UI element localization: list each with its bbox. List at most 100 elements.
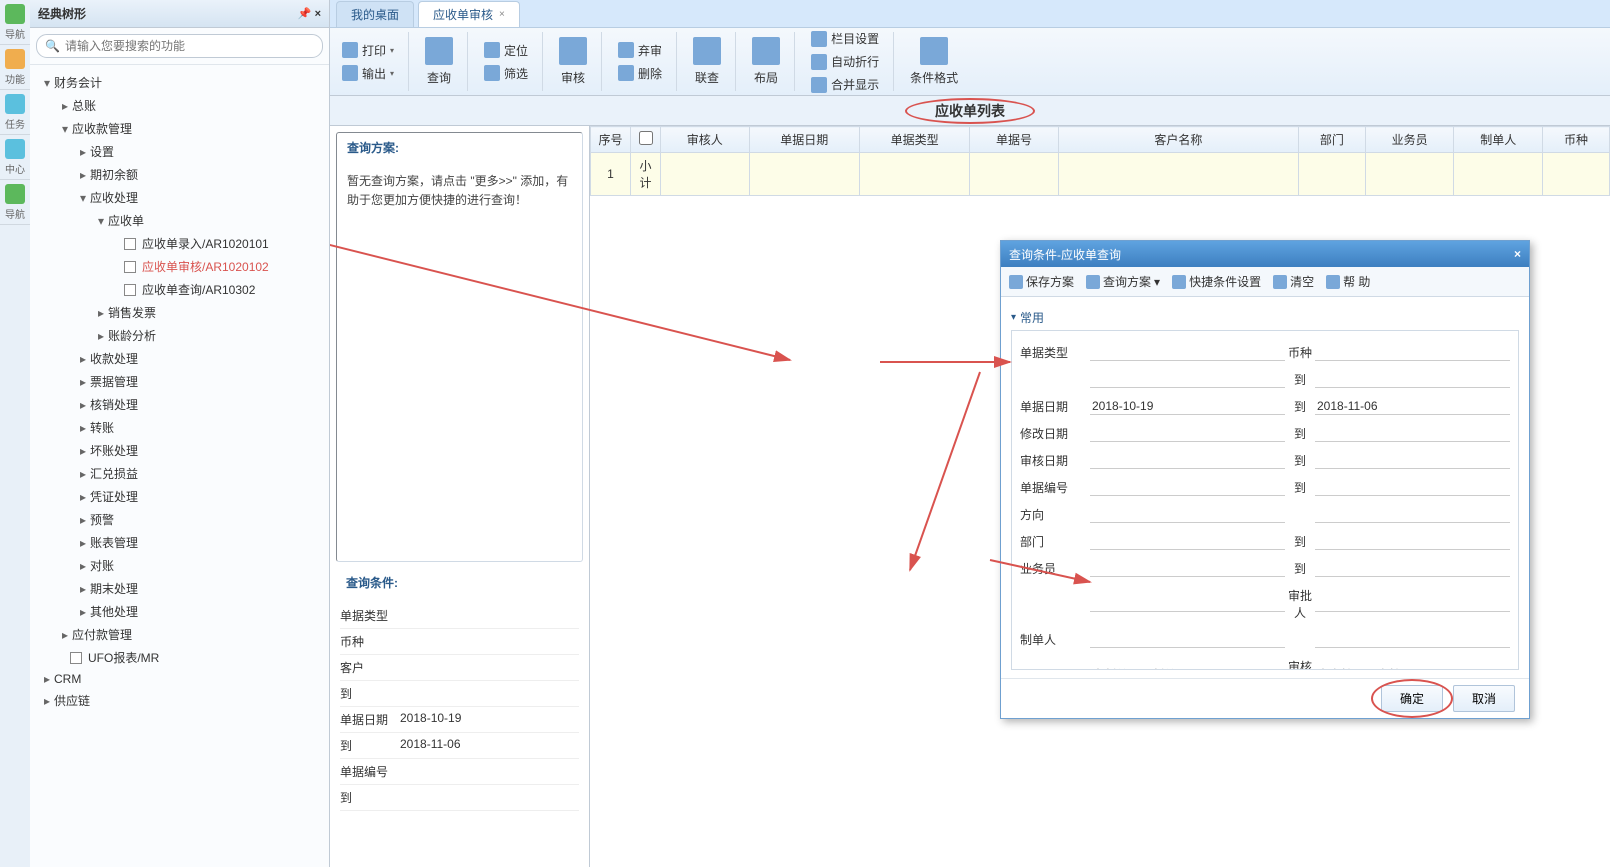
tree-node[interactable]: ▸转账	[30, 416, 329, 439]
col-header[interactable]: 币种	[1543, 127, 1610, 153]
colset-button[interactable]: 栏目设置	[807, 28, 883, 49]
tree-node[interactable]: ▸预警	[30, 508, 329, 531]
tree-node[interactable]: ▸坏账处理	[30, 439, 329, 462]
dialog-section-header[interactable]: ▾常用	[1011, 305, 1519, 330]
form-field[interactable]	[1315, 507, 1510, 523]
filter-button[interactable]: 筛选	[480, 63, 532, 84]
tree-node[interactable]: ▸应付款管理	[30, 623, 329, 646]
form-field[interactable]: 未制单；已制单	[1090, 665, 1285, 670]
col-header[interactable]: 制单人	[1454, 127, 1543, 153]
abandon-button[interactable]: 弃审	[614, 40, 666, 61]
scheme-button[interactable]: 查询方案▾	[1086, 273, 1160, 290]
condfmt-button[interactable]: 条件格式	[906, 35, 962, 88]
iconbar-item[interactable]: 导航	[0, 180, 30, 225]
form-field[interactable]	[1090, 534, 1285, 550]
save-scheme-button[interactable]: 保存方案	[1009, 273, 1074, 290]
tree-node[interactable]: ▸汇兑损益	[30, 462, 329, 485]
form-field[interactable]: 2018-11-06	[1315, 398, 1510, 415]
tree-node[interactable]: ▸账表管理	[30, 531, 329, 554]
form-field[interactable]	[1090, 596, 1285, 612]
query-button[interactable]: 查询	[421, 35, 457, 88]
form-field[interactable]	[1090, 480, 1285, 496]
table-row[interactable]: 1小计	[591, 153, 1610, 196]
close-icon[interactable]: ×	[1514, 247, 1521, 261]
tree-node[interactable]: ▸总账	[30, 94, 329, 117]
tree-node[interactable]: ▸期初余额	[30, 163, 329, 186]
select-all-checkbox[interactable]	[639, 131, 653, 145]
tree-node[interactable]: ▾应收处理	[30, 186, 329, 209]
clear-button[interactable]: 清空	[1273, 273, 1314, 290]
tree-node[interactable]: ▸凭证处理	[30, 485, 329, 508]
tree-node[interactable]: 应收单查询/AR10302	[30, 278, 329, 301]
form-field[interactable]	[1315, 426, 1510, 442]
form-field[interactable]	[1315, 480, 1510, 496]
tree-node[interactable]: ▾应收款管理	[30, 117, 329, 140]
tree-node[interactable]: ▸收款处理	[30, 347, 329, 370]
merge-button[interactable]: 合并显示	[807, 74, 883, 95]
form-field[interactable]: 未审核；已审核	[1315, 665, 1510, 670]
form-field[interactable]	[1315, 534, 1510, 550]
delete-button[interactable]: 删除	[614, 63, 666, 84]
form-field[interactable]	[1315, 561, 1510, 577]
tab[interactable]: 应收单审核×	[418, 1, 520, 27]
form-field[interactable]	[1315, 632, 1510, 648]
cancel-button[interactable]: 取消	[1453, 685, 1515, 712]
quick-cond-button[interactable]: 快捷条件设置	[1172, 273, 1261, 290]
tree-node[interactable]: ▸其他处理	[30, 600, 329, 623]
tree-node-label: 核销处理	[88, 398, 138, 412]
tree-node[interactable]: ▸票据管理	[30, 370, 329, 393]
tab[interactable]: 我的桌面	[336, 1, 414, 27]
col-header[interactable]: 业务员	[1365, 127, 1454, 153]
link-button[interactable]: 联查	[689, 35, 725, 88]
tree-node[interactable]: 应收单审核/AR1020102	[30, 255, 329, 278]
form-field[interactable]	[1315, 453, 1510, 469]
tree-node[interactable]: ▸账龄分析	[30, 324, 329, 347]
form-field[interactable]	[1090, 453, 1285, 469]
tree-node[interactable]: ▾财务会计	[30, 71, 329, 94]
form-field[interactable]	[1315, 596, 1510, 612]
ok-button[interactable]: 确定	[1381, 685, 1443, 712]
audit-button[interactable]: 审核	[555, 35, 591, 88]
col-header[interactable]: 单据日期	[749, 127, 859, 153]
close-icon[interactable]: ×	[499, 9, 505, 20]
iconbar-item[interactable]: 功能	[0, 45, 30, 90]
tree-node[interactable]: UFO报表/MR	[30, 646, 329, 669]
col-header[interactable]: 序号	[591, 127, 631, 153]
col-header[interactable]: 审核人	[661, 127, 750, 153]
col-header[interactable]: 客户名称	[1058, 127, 1298, 153]
tree-node[interactable]: ▸期末处理	[30, 577, 329, 600]
form-field[interactable]	[1315, 345, 1510, 361]
col-header[interactable]: 单据类型	[859, 127, 969, 153]
output-button[interactable]: 输出▾	[338, 63, 398, 84]
form-field[interactable]	[1315, 372, 1510, 388]
tree-node[interactable]: ▸销售发票	[30, 301, 329, 324]
tree-node[interactable]: ▸供应链	[30, 689, 329, 712]
form-field[interactable]	[1090, 507, 1285, 523]
print-button[interactable]: 打印▾	[338, 40, 398, 61]
tree-node[interactable]: ▸对账	[30, 554, 329, 577]
iconbar-item[interactable]: 导航	[0, 0, 30, 45]
tree-node[interactable]: ▾应收单	[30, 209, 329, 232]
form-field[interactable]	[1090, 345, 1285, 361]
tree-node[interactable]: ▸CRM	[30, 669, 329, 689]
form-field[interactable]	[1090, 632, 1285, 648]
layout-button[interactable]: 布局	[748, 35, 784, 88]
form-field[interactable]	[1090, 561, 1285, 577]
iconbar-item[interactable]: 任务	[0, 90, 30, 135]
tree-node[interactable]: ▸核销处理	[30, 393, 329, 416]
iconbar-item[interactable]: 中心	[0, 135, 30, 180]
help-button[interactable]: 帮 助	[1326, 273, 1370, 290]
tree-node[interactable]: ▸设置	[30, 140, 329, 163]
tree-node[interactable]: 应收单录入/AR1020101	[30, 232, 329, 255]
locate-button[interactable]: 定位	[480, 40, 532, 61]
form-field[interactable]	[1090, 426, 1285, 442]
col-header[interactable]	[631, 127, 661, 153]
wrap-button[interactable]: 自动折行	[807, 51, 883, 72]
col-header[interactable]: 单据号	[970, 127, 1059, 153]
col-header[interactable]: 部门	[1298, 127, 1365, 153]
form-field[interactable]	[1090, 372, 1285, 388]
dialog-title-bar[interactable]: 查询条件-应收单查询 ×	[1001, 241, 1529, 267]
form-field[interactable]: 2018-10-19	[1090, 398, 1285, 415]
pin-icon[interactable]: 📌 ×	[298, 7, 321, 20]
search-input[interactable]	[63, 37, 314, 55]
